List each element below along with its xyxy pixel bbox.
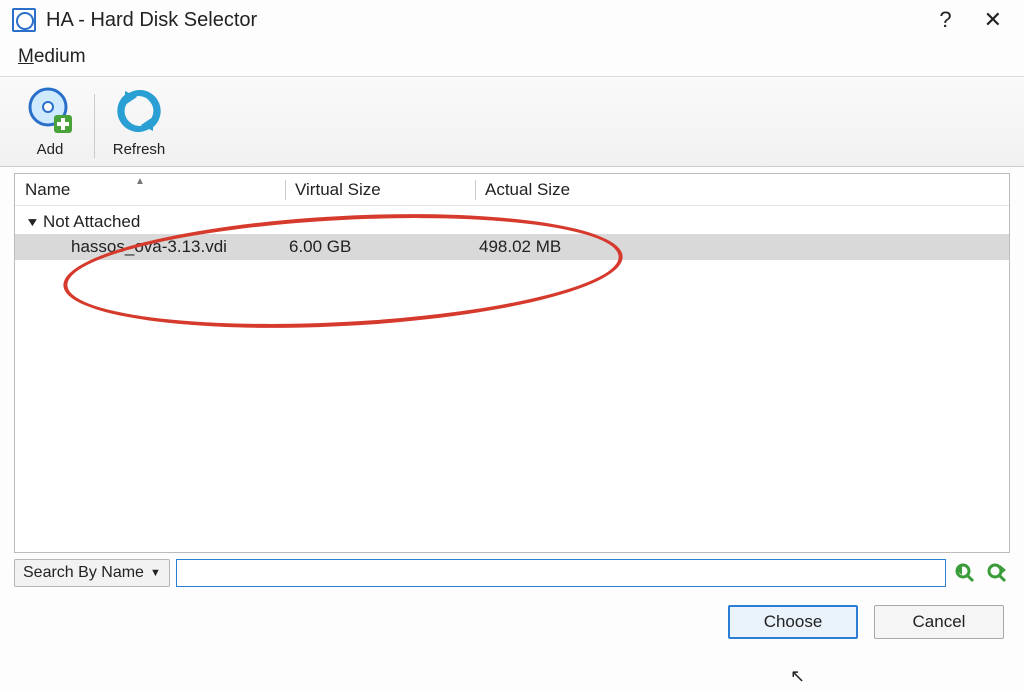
add-label: Add (37, 141, 64, 158)
cancel-button-label: Cancel (913, 612, 966, 632)
search-row: Search By Name ▼ (14, 559, 1010, 587)
search-prev-button[interactable] (952, 560, 978, 586)
search-input[interactable] (176, 559, 946, 587)
column-header-name[interactable]: Name ▲ (15, 176, 285, 204)
search-next-button[interactable] (984, 560, 1010, 586)
refresh-icon (111, 83, 167, 139)
chevron-down-icon: ▼ (25, 215, 43, 229)
refresh-label: Refresh (113, 141, 166, 158)
disk-item-row[interactable]: hassos_ova-3.13.vdi 6.00 GB 498.02 MB (15, 234, 1009, 260)
column-header-row: Name ▲ Virtual Size Actual Size (15, 174, 1009, 206)
dropdown-triangle-icon: ▼ (150, 567, 161, 579)
disk-tree: ▼ Not Attached hassos_ova-3.13.vdi 6.00 … (15, 206, 1009, 260)
menu-medium[interactable]: Medium (12, 44, 92, 70)
search-mode-label: Search By Name (23, 564, 144, 582)
cancel-button[interactable]: Cancel (874, 605, 1004, 639)
cursor-icon: ↖︎ (790, 666, 805, 687)
window-title: HA - Hard Disk Selector (46, 9, 939, 32)
toolbar-separator (94, 94, 95, 158)
choose-button[interactable]: Choose (728, 605, 858, 639)
titlebar: HA - Hard Disk Selector ? ✕ (0, 0, 1024, 40)
dialog-button-row: Choose Cancel (0, 591, 1024, 647)
group-label: Not Attached (43, 212, 140, 232)
group-not-attached[interactable]: ▼ Not Attached (15, 210, 1009, 234)
column-header-name-label: Name (25, 180, 70, 199)
disk-item-virtual-size: 6.00 GB (285, 237, 475, 257)
window: HA - Hard Disk Selector ? ✕ Medium Add (0, 0, 1024, 691)
close-button[interactable]: ✕ (984, 9, 1002, 31)
disk-item-name: hassos_ova-3.13.vdi (15, 237, 285, 257)
menu-medium-label: edium (34, 46, 86, 67)
disk-item-actual-size: 498.02 MB (475, 237, 1009, 257)
choose-button-label: Choose (764, 612, 823, 632)
titlebar-buttons: ? ✕ (939, 9, 1002, 31)
menubar: Medium (0, 40, 1024, 76)
help-button[interactable]: ? (939, 9, 951, 31)
column-header-actual-size[interactable]: Actual Size (475, 176, 1009, 204)
refresh-button[interactable]: Refresh (107, 83, 171, 158)
add-button[interactable]: Add (18, 83, 82, 158)
column-header-virtual-size[interactable]: Virtual Size (285, 176, 475, 204)
search-mode-dropdown[interactable]: Search By Name ▼ (14, 559, 170, 587)
app-icon (12, 8, 36, 32)
sort-indicator-icon: ▲ (135, 176, 145, 187)
add-disk-icon (22, 83, 78, 139)
disk-list-panel: Name ▲ Virtual Size Actual Size ▼ Not At… (14, 173, 1010, 553)
toolbar: Add Refresh (0, 77, 1024, 167)
